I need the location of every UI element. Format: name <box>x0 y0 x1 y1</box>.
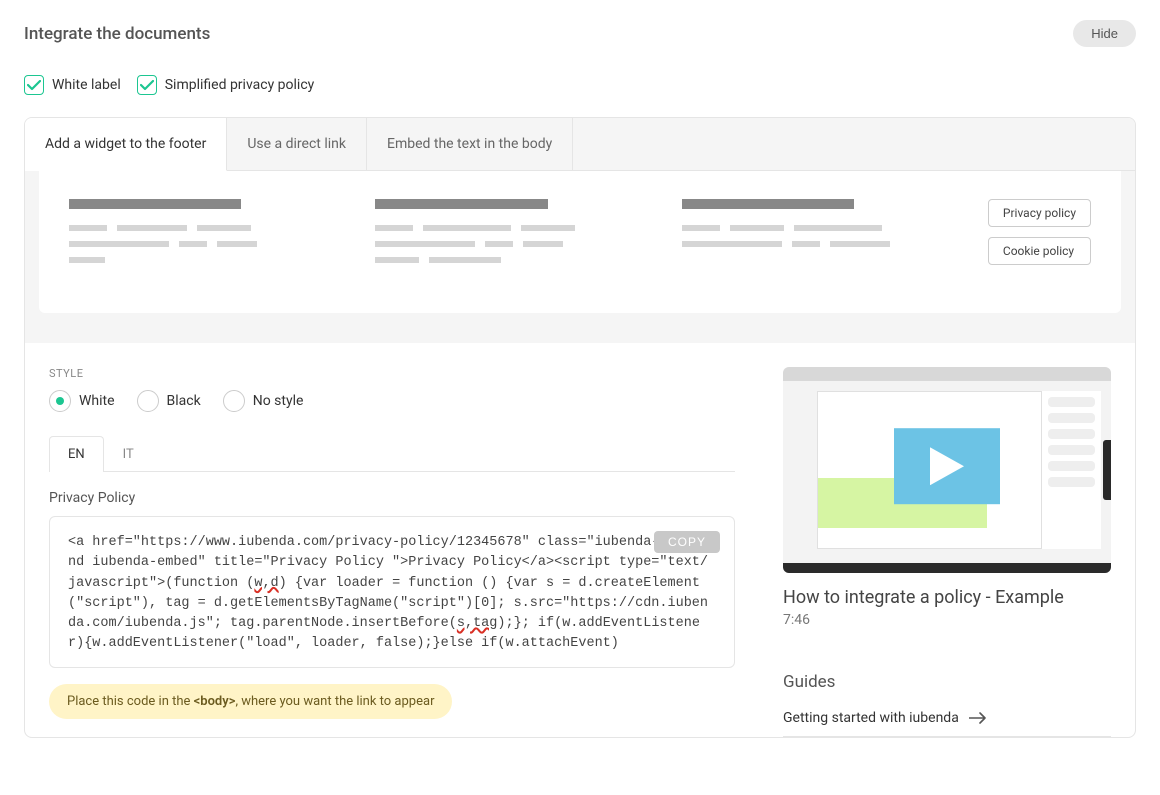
page-title: Integrate the documents <box>24 24 210 44</box>
check-icon <box>137 75 157 95</box>
simplified-checkbox[interactable]: Simplified privacy policy <box>137 75 315 95</box>
style-white-label: White <box>79 393 115 409</box>
code-label: Privacy Policy <box>49 490 735 506</box>
check-icon <box>24 75 44 95</box>
play-icon[interactable] <box>894 428 1000 504</box>
preview-privacy-button: Privacy policy <box>988 199 1091 227</box>
guide-link-label: Getting started with iubenda <box>783 710 959 726</box>
white-label-label: White label <box>52 77 121 93</box>
style-none-label: No style <box>253 393 304 409</box>
code-text: w,d <box>254 576 278 591</box>
placement-hint: Place this code in the <body>, where you… <box>49 684 452 719</box>
simplified-label: Simplified privacy policy <box>165 77 315 93</box>
arrow-right-icon <box>969 712 987 724</box>
white-label-checkbox[interactable]: White label <box>24 75 121 95</box>
style-white-radio[interactable]: White <box>49 390 115 412</box>
hide-button[interactable]: Hide <box>1073 20 1136 47</box>
lang-tab-en[interactable]: EN <box>49 436 104 472</box>
tab-direct-link[interactable]: Use a direct link <box>227 118 367 170</box>
style-black-radio[interactable]: Black <box>137 390 201 412</box>
style-black-label: Black <box>167 393 201 409</box>
preview-cookie-button: Cookie policy <box>988 237 1091 265</box>
style-none-radio[interactable]: No style <box>223 390 304 412</box>
footer-preview: Privacy policy Cookie policy <box>39 171 1121 313</box>
lang-tab-it[interactable]: IT <box>104 436 153 472</box>
guides-heading: Guides <box>783 672 1111 692</box>
video-duration: 7:46 <box>783 612 1111 628</box>
video-title: How to integrate a policy - Example <box>783 587 1111 608</box>
copy-button[interactable]: COPY <box>654 531 720 553</box>
tab-embed[interactable]: Embed the text in the body <box>367 118 573 170</box>
embed-code-box[interactable]: COPY <a href="https://www.iubenda.com/pr… <box>49 516 735 668</box>
style-label: STYLE <box>49 367 735 380</box>
code-text: s,tag <box>457 616 498 631</box>
guide-getting-started[interactable]: Getting started with iubenda <box>783 710 1111 737</box>
tab-widget[interactable]: Add a widget to the footer <box>25 118 227 171</box>
video-thumbnail[interactable] <box>783 367 1111 573</box>
